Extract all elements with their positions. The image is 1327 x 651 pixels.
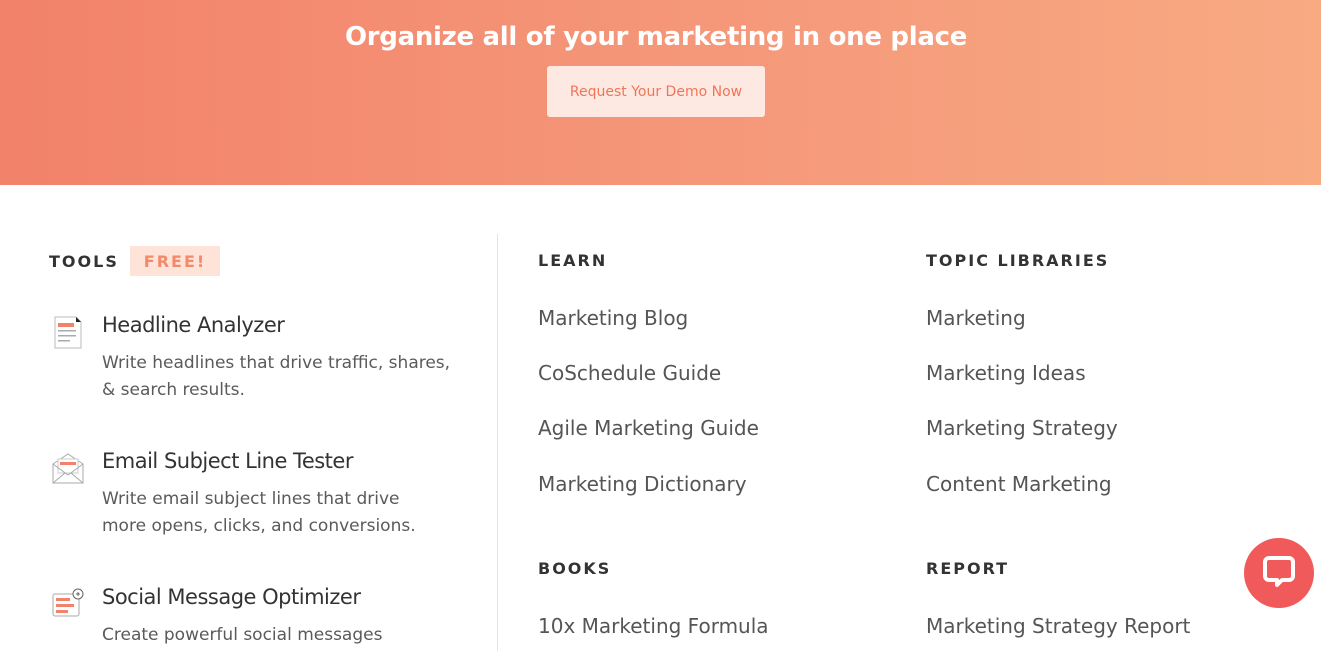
hero-title: Organize all of your marketing in one pl… xyxy=(344,22,968,52)
tool-description: Create powerful social messages xyxy=(102,622,472,649)
tool-title[interactable]: Email Subject Line Tester xyxy=(102,449,353,473)
link-marketing-blog[interactable]: Marketing Blog xyxy=(538,306,688,330)
tool-description-line: Write email subject lines that drive xyxy=(102,489,400,509)
tool-title[interactable]: Social Message Optimizer xyxy=(102,585,361,609)
report-heading: REPORT xyxy=(926,559,1010,578)
column-divider xyxy=(497,234,498,651)
chat-bubble-icon xyxy=(1260,552,1298,594)
chat-button[interactable] xyxy=(1244,538,1314,608)
link-marketing[interactable]: Marketing xyxy=(926,306,1026,330)
link-agile-marketing-guide[interactable]: Agile Marketing Guide xyxy=(538,416,759,440)
learn-heading: LEARN xyxy=(538,251,608,270)
headline-document-icon xyxy=(50,314,86,350)
topic-libraries-heading: TOPIC LIBRARIES xyxy=(926,251,1110,270)
books-heading: BOOKS xyxy=(538,559,612,578)
social-message-icon xyxy=(50,586,86,622)
link-coschedule-guide[interactable]: CoSchedule Guide xyxy=(538,361,721,385)
email-envelope-icon xyxy=(50,450,86,486)
free-badge: FREE! xyxy=(130,246,220,276)
hero-banner: Organize all of your marketing in one pl… xyxy=(0,0,1321,185)
tool-title[interactable]: Headline Analyzer xyxy=(102,313,285,337)
tool-description-line: more opens, clicks, and conversions. xyxy=(102,516,416,536)
tool-description-line: Write headlines that drive traffic, shar… xyxy=(102,353,451,373)
tool-description-line: & search results. xyxy=(102,380,245,400)
link-marketing-dictionary[interactable]: Marketing Dictionary xyxy=(538,472,747,496)
tools-heading: TOOLS xyxy=(49,252,119,271)
link-content-marketing[interactable]: Content Marketing xyxy=(926,472,1112,496)
tool-description-line: Create powerful social messages xyxy=(102,625,383,645)
tool-description: Write email subject lines that drive mor… xyxy=(102,486,472,540)
tool-description: Write headlines that drive traffic, shar… xyxy=(102,350,472,404)
link-marketing-ideas[interactable]: Marketing Ideas xyxy=(926,361,1086,385)
request-demo-button[interactable]: Request Your Demo Now xyxy=(547,66,765,117)
link-marketing-strategy-report[interactable]: Marketing Strategy Report xyxy=(926,614,1190,638)
link-marketing-strategy[interactable]: Marketing Strategy xyxy=(926,416,1118,440)
link-10x-marketing-formula[interactable]: 10x Marketing Formula xyxy=(538,614,769,638)
